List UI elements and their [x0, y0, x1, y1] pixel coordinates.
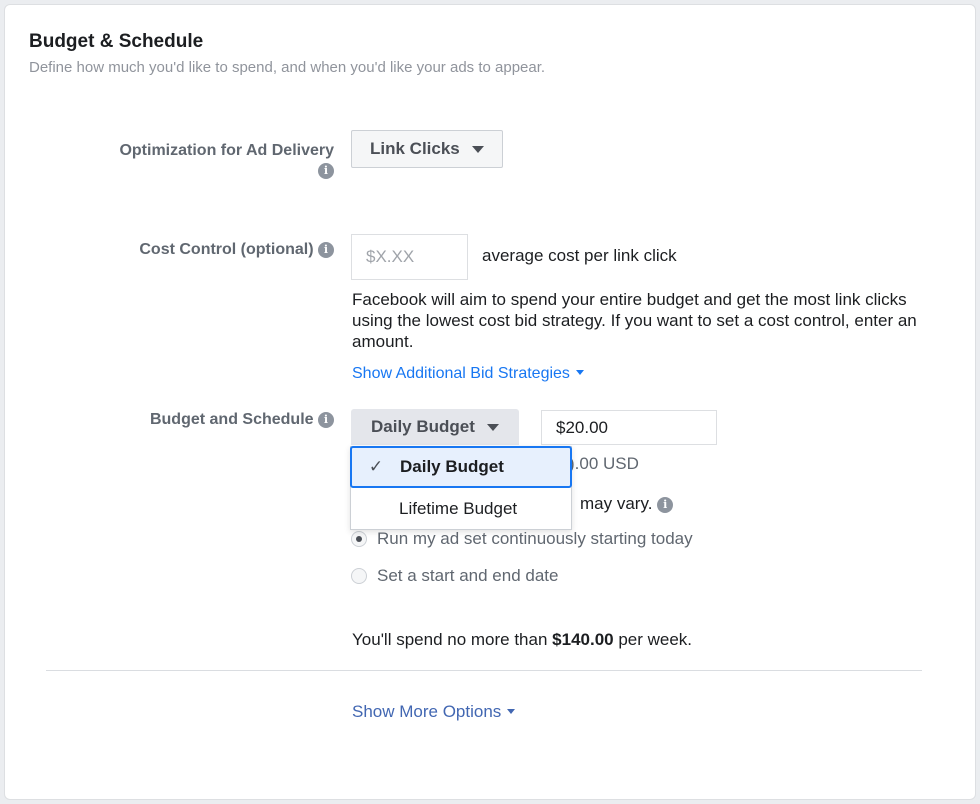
section-title: Budget & Schedule: [29, 31, 204, 52]
caret-down-icon: [507, 709, 516, 714]
show-more-options-text: Show More Options: [352, 702, 502, 721]
may-vary-text: may vary. i: [580, 493, 674, 514]
cost-control-label-text: Cost Control (optional): [139, 241, 314, 258]
budget-type-value: Daily Budget: [371, 417, 475, 436]
radio-start-end-date[interactable]: Set a start and end date: [351, 566, 558, 586]
budget-type-dropdown: ✓ Daily Budget Lifetime Budget: [350, 446, 572, 530]
optimization-label: Optimization for Ad Delivery i: [119, 141, 334, 181]
info-icon[interactable]: i: [318, 242, 334, 258]
show-additional-bid-strategies-text: Show Additional Bid Strategies: [352, 365, 570, 382]
dropdown-option-daily-budget[interactable]: ✓ Daily Budget: [350, 446, 572, 488]
show-more-options-link[interactable]: Show More Options: [352, 702, 516, 722]
optimization-value: Link Clicks: [370, 139, 460, 158]
summary-prefix: You'll spend no more than: [352, 630, 553, 649]
info-icon[interactable]: i: [318, 163, 334, 179]
radio-run-continuously[interactable]: Run my ad set continuously starting toda…: [351, 529, 693, 549]
info-icon[interactable]: i: [657, 497, 674, 513]
radio-label: Run my ad set continuously starting toda…: [377, 529, 693, 548]
radio-button[interactable]: [351, 568, 367, 584]
budget-schedule-label: Budget and Schedule i: [150, 411, 334, 429]
budget-schedule-panel: Budget & Schedule Define how much you'd …: [4, 4, 976, 800]
summary-suffix: per week.: [613, 630, 693, 649]
dropdown-option-label: Lifetime Budget: [399, 499, 518, 518]
budget-amount-input[interactable]: [541, 410, 717, 445]
radio-button[interactable]: [351, 531, 367, 547]
budget-amount-usd-text: ).00 USD: [569, 454, 639, 473]
optimization-label-text: Optimization for Ad Delivery: [119, 142, 334, 159]
budget-type-select[interactable]: Daily Budget: [351, 409, 519, 445]
checkmark-icon: ✓: [368, 457, 384, 476]
divider: [46, 670, 922, 671]
caret-down-icon: [575, 370, 584, 375]
radio-label: Set a start and end date: [377, 566, 559, 585]
show-additional-bid-strategies-link[interactable]: Show Additional Bid Strategies: [352, 365, 584, 383]
caret-down-icon: [486, 423, 499, 431]
budget-schedule-label-text: Budget and Schedule: [149, 411, 314, 428]
summary-amount: $140.00: [552, 630, 614, 649]
may-vary-label: may vary.: [580, 494, 653, 513]
section-subtitle: Define how much you'd like to spend, and…: [29, 59, 546, 76]
cost-control-label: Cost Control (optional) i: [139, 241, 334, 259]
info-icon[interactable]: i: [318, 412, 334, 428]
dropdown-option-lifetime-budget[interactable]: Lifetime Budget: [351, 489, 571, 529]
caret-down-icon: [471, 145, 484, 153]
weekly-spend-summary: You'll spend no more than $140.00 per we…: [352, 629, 692, 650]
cost-control-input[interactable]: [351, 234, 468, 280]
optimization-select[interactable]: Link Clicks: [351, 130, 503, 168]
dropdown-option-label: Daily Budget: [400, 457, 504, 476]
cost-control-description: Facebook will aim to spend your entire b…: [352, 290, 917, 351]
cost-control-suffix: average cost per link click: [482, 246, 677, 265]
